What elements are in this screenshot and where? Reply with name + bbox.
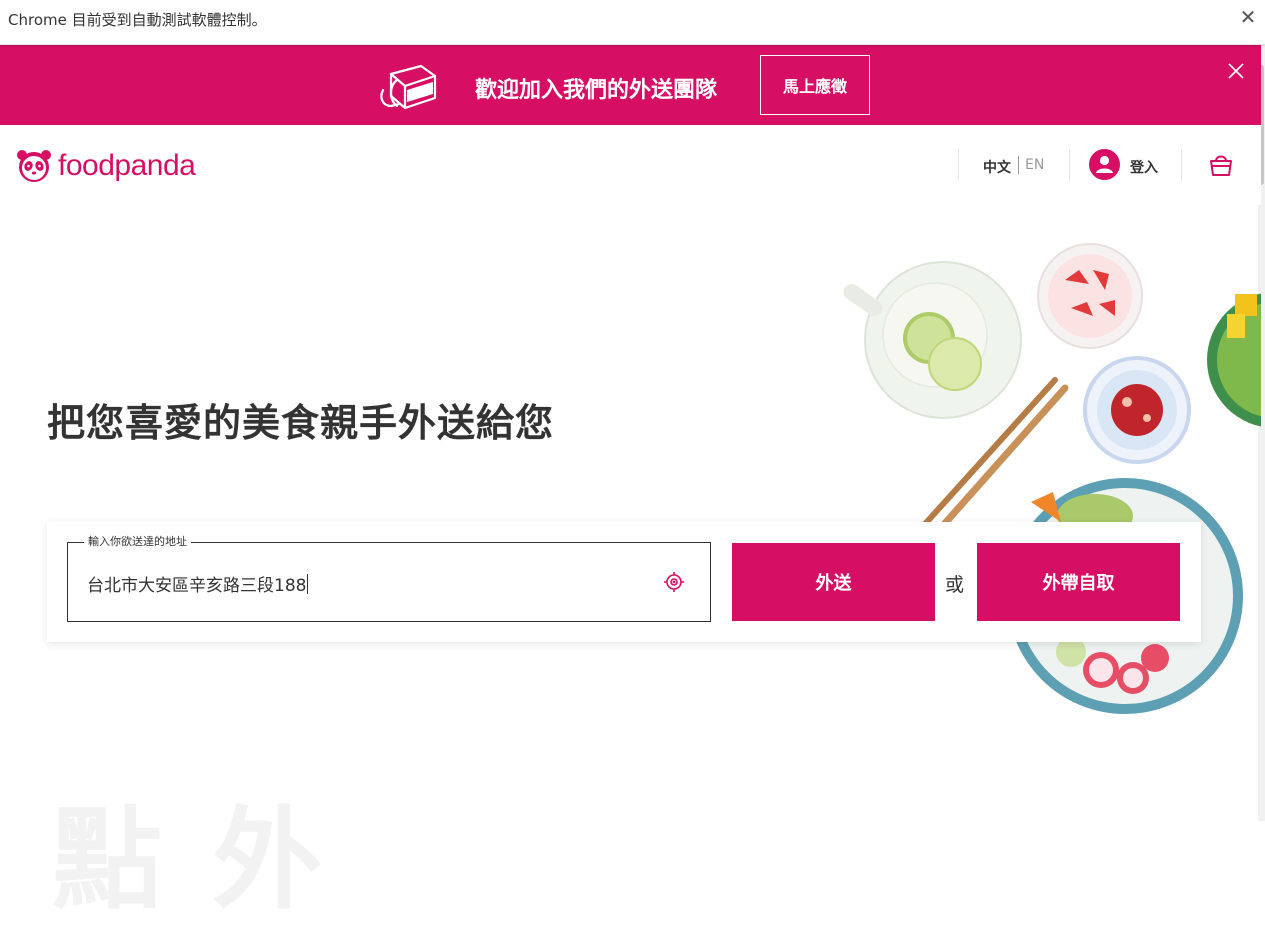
brand-wordmark: foodpanda (58, 149, 196, 182)
site-header: foodpanda (0, 125, 1261, 205)
user-icon[interactable] (1089, 149, 1120, 180)
apply-now-button[interactable]: 馬上應徵 (760, 55, 870, 115)
panda-icon (17, 150, 51, 182)
pickup-button[interactable]: 外帶自取 (977, 543, 1180, 621)
chrome-automation-infobar: Chrome 目前受到自動測試軟體控制。 ✕ (0, 0, 1265, 45)
locate-target-icon[interactable] (663, 571, 685, 593)
language-en-link[interactable]: EN (1025, 157, 1044, 173)
header-divider (1181, 149, 1182, 181)
brand-logo[interactable]: foodpanda (16, 148, 196, 184)
hero-food-image (843, 243, 1261, 714)
banner-text: 歡迎加入我們的外送團隊 (475, 78, 718, 103)
language-divider (1018, 156, 1019, 174)
close-icon[interactable] (1226, 61, 1246, 81)
address-input-value: 台北市大安區辛亥路三段188 (87, 576, 307, 596)
or-separator: 或 (945, 574, 965, 596)
header-divider (958, 149, 959, 181)
address-field[interactable]: 輸入你欲送達的地址 台北市大安區辛亥路三段188 (67, 533, 711, 622)
address-search-card: 輸入你欲送達的地址 台北市大安區辛亥路三段188 外送 或 外帶自取 (47, 522, 1201, 642)
address-field-label: 輸入你欲送達的地址 (84, 533, 191, 549)
delivery-button[interactable]: 外送 (732, 543, 935, 621)
language-zh-link[interactable]: 中文 (983, 157, 1011, 177)
text-caret (307, 574, 309, 594)
header-divider (1069, 149, 1070, 181)
hero-headline: 把您喜愛的美食親手外送給您 (47, 401, 555, 445)
login-link[interactable]: 登入 (1130, 157, 1158, 177)
delivery-bag-icon (380, 64, 437, 110)
infobar-close-icon[interactable]: ✕ (1237, 6, 1259, 28)
shopping-bag-icon[interactable] (1208, 152, 1234, 178)
section-watermark-text: 點 外 (52, 796, 329, 924)
address-input[interactable]: 台北市大安區辛亥路三段188 (87, 571, 309, 596)
recruit-banner: 歡迎加入我們的外送團隊 馬上應徵 (0, 45, 1261, 125)
automation-message: Chrome 目前受到自動測試軟體控制。 (8, 11, 267, 29)
